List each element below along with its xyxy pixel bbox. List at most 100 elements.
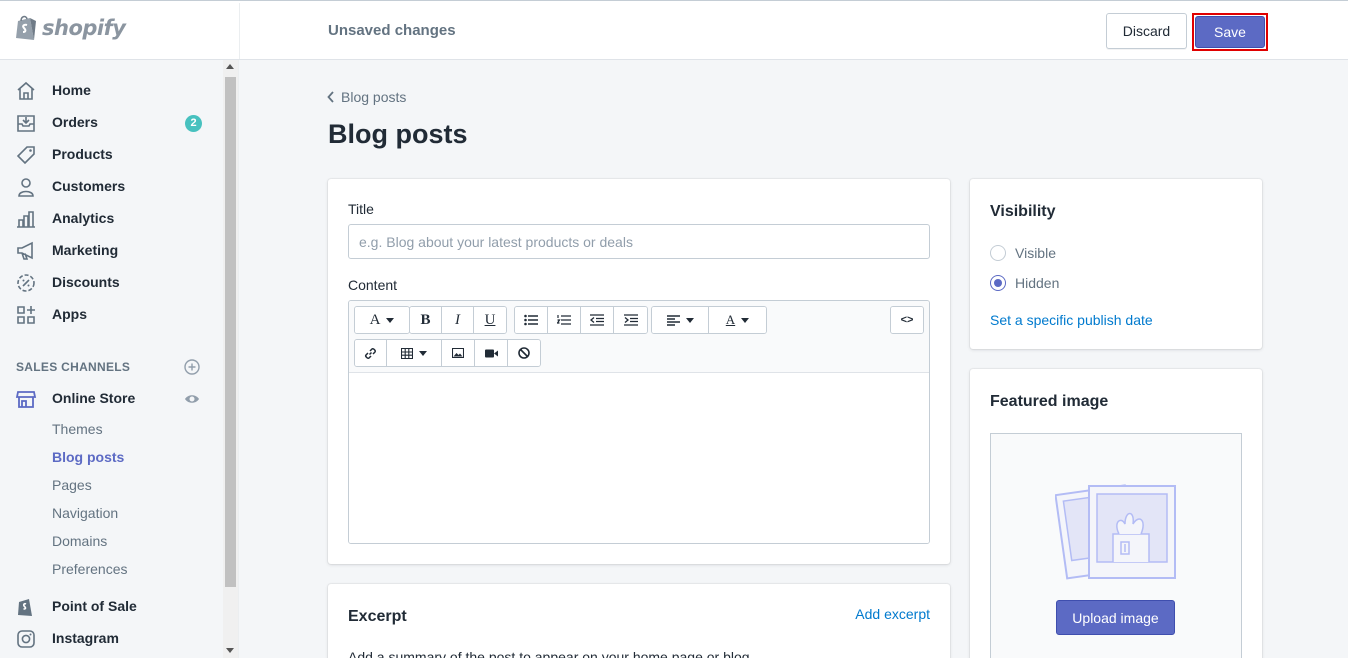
font-style-label: A xyxy=(369,311,381,328)
hidden-radio[interactable] xyxy=(990,275,1006,291)
sidebar-item-point-of-sale[interactable]: Point of Sale xyxy=(0,591,222,623)
visible-radio[interactable] xyxy=(990,245,1006,261)
indent-button[interactable] xyxy=(614,307,647,333)
sidebar-item-label: Customers xyxy=(52,178,126,194)
featured-image-card: Featured image Upload image xyxy=(970,369,1262,658)
excerpt-title: Excerpt xyxy=(348,608,407,625)
sidebar-subitem-preferences[interactable]: Preferences xyxy=(52,561,127,577)
chevron-down-icon xyxy=(386,317,395,323)
rich-text-editor: A B I U A <> xyxy=(348,300,930,544)
image-drop-zone[interactable]: Upload image xyxy=(990,433,1242,658)
visible-label: Visible xyxy=(1015,245,1056,261)
add-excerpt-link[interactable]: Add excerpt xyxy=(855,606,930,622)
chevron-down-icon xyxy=(741,317,750,323)
bullet-list-icon xyxy=(524,314,538,326)
sidebar-item-label: Analytics xyxy=(52,210,115,226)
content-editor-area[interactable] xyxy=(349,373,929,543)
outdent-button[interactable] xyxy=(581,307,614,333)
sales-channels-heading: SALES CHANNELS xyxy=(16,360,131,374)
text-color-dropdown[interactable]: A xyxy=(709,307,766,333)
discard-button[interactable]: Discard xyxy=(1106,13,1187,49)
insert-group xyxy=(354,339,541,367)
scroll-up-arrow-icon[interactable] xyxy=(226,64,234,69)
sidebar-subitem-blog-posts[interactable]: Blog posts xyxy=(52,449,124,465)
eye-icon[interactable] xyxy=(184,391,200,407)
brand-name: shopify xyxy=(42,16,126,40)
visibility-title: Visibility xyxy=(990,203,1056,220)
scroll-down-arrow-icon[interactable] xyxy=(226,648,234,653)
person-icon xyxy=(18,178,34,197)
orders-count-badge: 2 xyxy=(185,115,202,132)
shopify-logo[interactable]: shopify xyxy=(14,14,126,42)
insert-video-button[interactable] xyxy=(475,340,508,366)
instagram-icon xyxy=(17,630,35,648)
numbered-list-icon xyxy=(557,315,571,325)
set-publish-date-link[interactable]: Set a specific publish date xyxy=(990,312,1153,328)
featured-image-title: Featured image xyxy=(990,393,1109,410)
sidebar-item-products[interactable]: Products xyxy=(0,139,222,171)
sidebar-item-marketing[interactable]: Marketing xyxy=(0,235,222,267)
sidebar-item-customers[interactable]: Customers xyxy=(0,171,222,203)
sidebar-item-instagram[interactable]: Instagram xyxy=(0,623,222,655)
block-icon xyxy=(518,347,530,359)
clear-formatting-button[interactable] xyxy=(508,340,540,366)
bold-button[interactable]: B xyxy=(410,307,442,333)
list-group xyxy=(514,306,648,334)
add-channel-icon[interactable] xyxy=(184,359,200,375)
visible-radio-option[interactable]: Visible xyxy=(990,245,1056,261)
image-icon xyxy=(452,348,464,358)
save-button[interactable]: Save xyxy=(1195,16,1265,48)
sidebar-item-discounts[interactable]: Discounts xyxy=(0,267,222,299)
upload-image-button[interactable]: Upload image xyxy=(1056,600,1175,635)
home-icon xyxy=(17,81,35,100)
sidebar-subitem-navigation[interactable]: Navigation xyxy=(52,505,118,521)
scroll-thumb[interactable] xyxy=(225,77,236,587)
sidebar-subitem-pages[interactable]: Pages xyxy=(52,477,92,493)
hidden-radio-option[interactable]: Hidden xyxy=(990,275,1059,291)
chevron-down-icon xyxy=(685,317,694,323)
sidebar-item-label: Marketing xyxy=(52,242,119,258)
orders-icon xyxy=(17,115,35,132)
breadcrumb[interactable]: Blog posts xyxy=(327,89,406,105)
apps-icon xyxy=(17,306,35,324)
store-icon xyxy=(15,391,37,408)
italic-button[interactable]: I xyxy=(442,307,474,333)
show-html-button[interactable]: <> xyxy=(891,307,923,333)
font-group: A xyxy=(354,306,410,334)
excerpt-description: Add a summary of the post to appear on y… xyxy=(348,649,754,658)
alignment-dropdown[interactable] xyxy=(652,307,709,333)
breadcrumb-label: Blog posts xyxy=(341,89,407,105)
sidebar-subitem-themes[interactable]: Themes xyxy=(52,421,103,437)
sidebar-item-label: Point of Sale xyxy=(52,598,137,614)
bullet-list-button[interactable] xyxy=(515,307,548,333)
sidebar-scrollbar[interactable] xyxy=(223,60,238,658)
excerpt-card: Excerpt Add excerpt Add a summary of the… xyxy=(328,584,950,658)
sidebar-item-orders[interactable]: Orders 2 xyxy=(0,107,222,139)
sidebar-item-label: Orders xyxy=(52,114,98,130)
sidebar-item-label: Home xyxy=(52,82,91,98)
insert-link-button[interactable] xyxy=(355,340,387,366)
insert-table-dropdown[interactable] xyxy=(387,340,442,366)
sidebar-item-home[interactable]: Home xyxy=(0,75,222,107)
link-icon xyxy=(364,347,377,359)
image-placeholder-icon xyxy=(1055,484,1176,580)
insert-image-button[interactable] xyxy=(442,340,475,366)
content-label: Content xyxy=(348,277,398,293)
tag-icon xyxy=(16,146,35,165)
video-camera-icon xyxy=(484,349,498,357)
sidebar-item-analytics[interactable]: Analytics xyxy=(0,203,222,235)
font-style-dropdown[interactable]: A xyxy=(355,307,409,333)
numbered-list-button[interactable] xyxy=(548,307,581,333)
underline-button[interactable]: U xyxy=(474,307,506,333)
title-input[interactable] xyxy=(348,224,930,259)
align-left-icon xyxy=(666,314,680,326)
align-color-group: A xyxy=(651,306,767,334)
html-group: <> xyxy=(890,306,924,334)
table-icon xyxy=(401,347,413,359)
sidebar-item-label: Instagram xyxy=(52,630,119,646)
sidebar-subitem-domains[interactable]: Domains xyxy=(52,533,107,549)
sidebar-item-apps[interactable]: Apps xyxy=(0,299,222,331)
topbar-divider xyxy=(239,3,240,59)
megaphone-icon xyxy=(17,241,33,260)
post-editor-card: Title Content A B I U xyxy=(328,179,950,564)
